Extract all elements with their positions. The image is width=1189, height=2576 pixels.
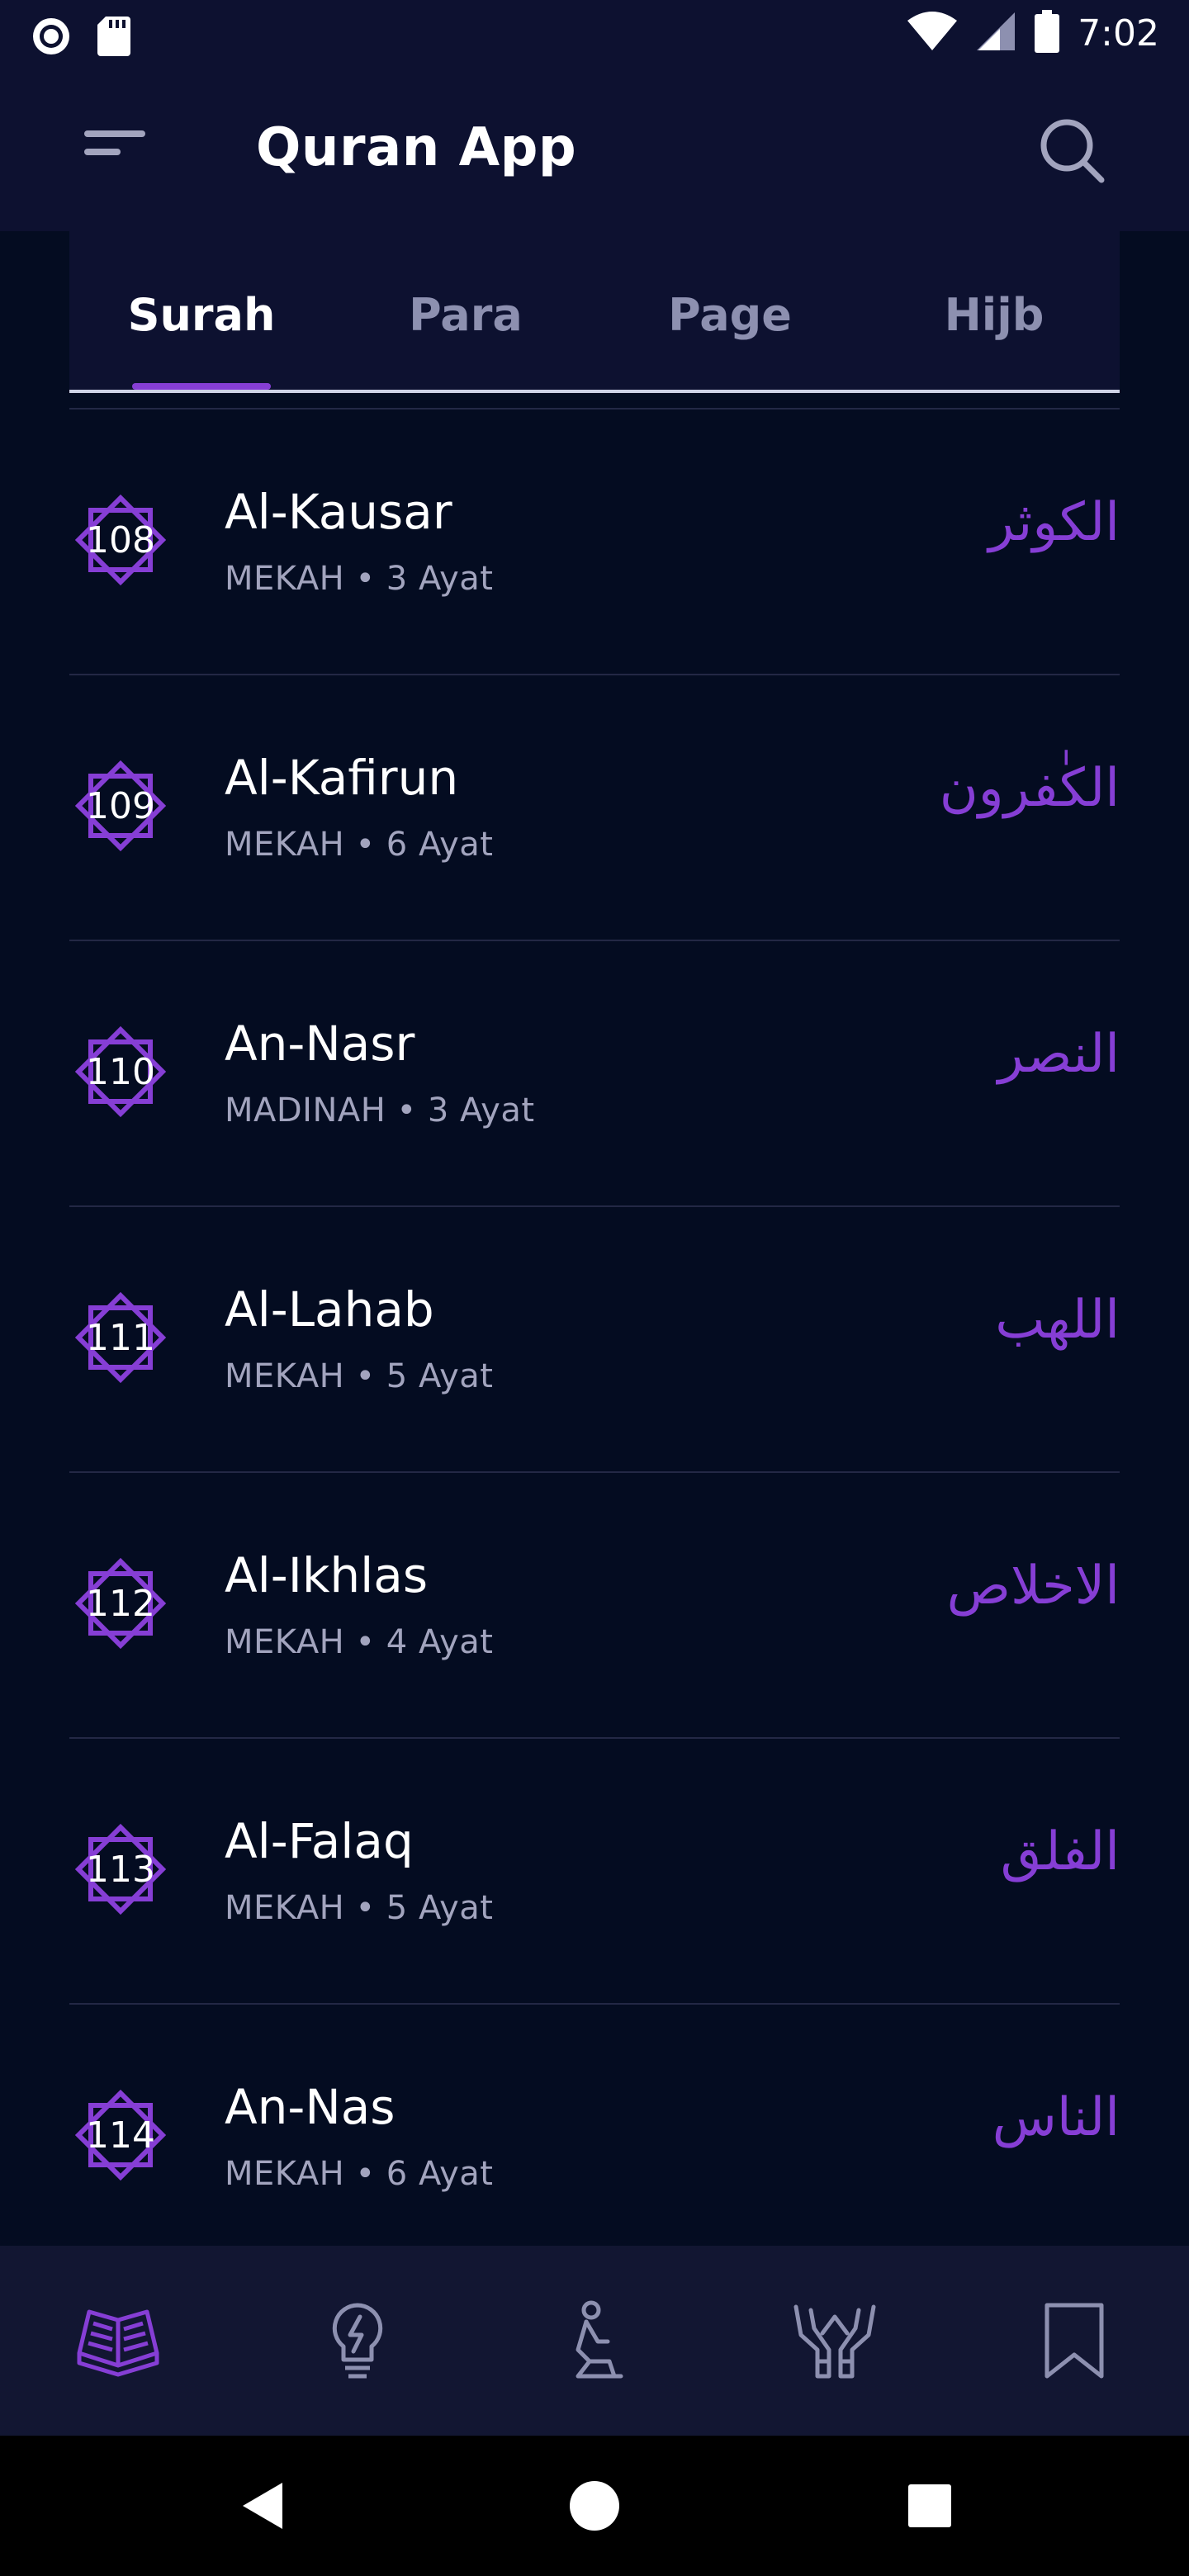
tab-hijb[interactable]: Hijb [895, 289, 1093, 341]
bookmark-icon [1029, 2303, 1120, 2389]
surah-number-badge: 108 [69, 489, 172, 591]
app-title: Quran App [256, 117, 577, 178]
surah-number: 112 [86, 1582, 155, 1625]
active-tab-indicator [132, 383, 271, 390]
surah-list: 108 Al-Kausar MEKAH • 3 Ayat الكوثر 109 … [69, 408, 1120, 2269]
surah-meta: MADINAH • 3 Ayat [225, 1091, 535, 1129]
sd-card-icon [97, 17, 130, 59]
tab-bar: Surah Para Page Hijb [69, 231, 1120, 393]
home-icon [561, 2481, 628, 2542]
surah-number-badge: 109 [69, 755, 172, 857]
prayer-icon [550, 2300, 641, 2389]
surah-name: An-Nas [225, 2079, 396, 2135]
nav-tips[interactable] [312, 2295, 403, 2386]
surah-number: 111 [86, 1316, 155, 1359]
surah-meta: MEKAH • 5 Ayat [225, 1357, 494, 1395]
surah-arabic-name: الفلق [1000, 1821, 1120, 1882]
tab-surah[interactable]: Surah [102, 289, 301, 341]
surah-name: Al-Lahab [225, 1281, 434, 1338]
menu-icon [79, 130, 154, 183]
wifi-icon [907, 11, 958, 55]
home-button[interactable] [561, 2473, 628, 2539]
bottom-navigation [0, 2246, 1189, 2436]
menu-button[interactable] [79, 122, 154, 180]
surah-number: 113 [86, 1848, 155, 1891]
surah-arabic-name: الكوثر [988, 492, 1120, 553]
search-icon [1035, 119, 1110, 192]
back-icon [231, 2483, 297, 2542]
list-item[interactable]: 109 Al-Kafirun MEKAH • 6 Ayat الكٰفرون [69, 674, 1120, 940]
surah-number-badge: 110 [69, 1020, 172, 1123]
record-icon [30, 15, 73, 61]
lamp-icon [312, 2303, 403, 2389]
quran-book-icon [73, 2309, 163, 2389]
surah-number: 108 [86, 519, 155, 561]
surah-meta: MEKAH • 5 Ayat [225, 1889, 494, 1927]
surah-meta: MEKAH • 6 Ayat [225, 2155, 494, 2193]
surah-arabic-name: اللهب [995, 1290, 1120, 1351]
nav-prayer[interactable] [550, 2295, 641, 2386]
nav-doa[interactable] [789, 2295, 880, 2386]
tab-page[interactable]: Page [631, 289, 829, 341]
list-item[interactable]: 110 An-Nasr MADINAH • 3 Ayat النصر [69, 940, 1120, 1205]
surah-number: 114 [86, 2114, 155, 2157]
list-item[interactable]: 111 Al-Lahab MEKAH • 5 Ayat اللهب [69, 1205, 1120, 1471]
recents-icon [897, 2484, 963, 2542]
list-item[interactable]: 113 Al-Falaq MEKAH • 5 Ayat الفلق [69, 1737, 1120, 2003]
surah-number: 109 [86, 784, 155, 827]
surah-number-badge: 113 [69, 1818, 172, 1920]
surah-meta: MEKAH • 4 Ayat [225, 1623, 494, 1661]
list-item[interactable]: 112 Al-Ikhlas MEKAH • 4 Ayat الاخلاص [69, 1471, 1120, 1737]
system-navigation-bar [0, 2436, 1189, 2576]
surah-number-badge: 112 [69, 1552, 172, 1655]
surah-meta: MEKAH • 3 Ayat [225, 560, 494, 598]
back-button[interactable] [231, 2473, 297, 2539]
signal-icon [975, 11, 1016, 55]
surah-arabic-name: الناس [992, 2087, 1120, 2148]
recents-button[interactable] [897, 2473, 963, 2539]
list-item[interactable]: 108 Al-Kausar MEKAH • 3 Ayat الكوثر [69, 408, 1120, 674]
surah-number-badge: 111 [69, 1286, 172, 1389]
nav-quran[interactable] [73, 2295, 163, 2386]
list-item[interactable]: 114 An-Nas MEKAH • 6 Ayat الناس [69, 2003, 1120, 2269]
surah-arabic-name: الاخلاص [946, 1556, 1120, 1617]
surah-arabic-name: الكٰفرون [939, 758, 1120, 819]
surah-name: An-Nasr [225, 1016, 415, 1072]
battery-icon [1035, 10, 1060, 56]
nav-bookmark[interactable] [1029, 2295, 1120, 2386]
surah-name: Al-Ikhlas [225, 1547, 429, 1603]
status-bar: 7:02 [0, 0, 1189, 73]
surah-name: Al-Kafirun [225, 750, 459, 806]
surah-meta: MEKAH • 6 Ayat [225, 826, 494, 864]
surah-name: Al-Falaq [225, 1813, 414, 1869]
surah-number: 110 [86, 1050, 155, 1093]
status-time: 7:02 [1078, 12, 1159, 54]
app-bar: Quran App [0, 73, 1189, 231]
surah-name: Al-Kausar [225, 484, 452, 540]
doa-hands-icon [789, 2304, 880, 2389]
search-button[interactable] [1035, 114, 1110, 188]
tab-para[interactable]: Para [367, 289, 565, 341]
surah-arabic-name: النصر [997, 1024, 1120, 1085]
surah-number-badge: 114 [69, 2084, 172, 2186]
